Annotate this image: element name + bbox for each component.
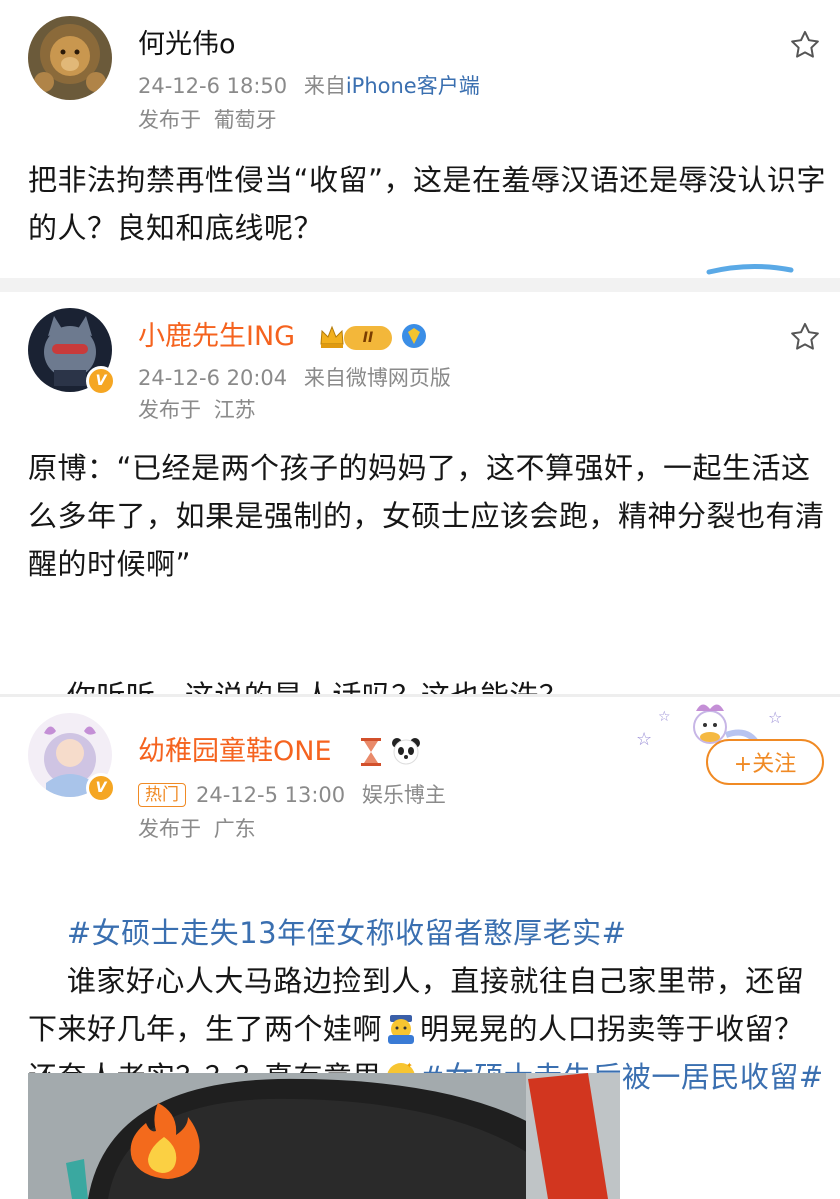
post-meta: 24-12-6 20:04 来自微博网页版 [138,364,451,392]
svg-text:☆: ☆ [768,708,782,727]
member-level-text: II [362,330,374,346]
post-date: 24-12-6 18:50 [138,74,288,98]
verified-shield-icon [402,324,426,348]
post-location: 发布于 江苏 [138,396,256,424]
location-value: 江苏 [213,398,256,422]
favorite-star-icon[interactable] [788,28,822,62]
attached-image[interactable] [28,1073,620,1199]
post-location: 发布于 广东 [138,815,256,843]
verified-badge-icon: V [86,366,116,396]
post-date: 24-12-5 13:00 [196,783,346,807]
source-text: 微博网页版 [345,366,451,390]
location-label: 发布于 [138,398,201,422]
svg-text:☆: ☆ [658,709,671,725]
post-meta: 24-12-6 18:50 来自iPhone客户端 [138,72,480,100]
username[interactable]: 何光伟o [138,28,236,62]
svg-text:☆: ☆ [636,729,652,750]
hot-tag: 热门 [138,783,186,807]
location-value: 葡萄牙 [213,108,277,132]
follow-button[interactable]: +关注 [706,739,824,785]
location-label: 发布于 [138,108,201,132]
lion-avatar-image [28,16,112,100]
username[interactable]: 小鹿先生ING [138,320,295,354]
comment-post-3: V 幼稚园童鞋ONE 热门 24-12-5 13:00 娱乐博主 发布于 广东 ☆… [0,697,840,1199]
post-location: 发布于 葡萄牙 [138,106,277,134]
hourglass-icon [361,738,381,766]
comment-text: 原博：“已经是两个孩子的妈妈了，这不算强奸，一起生活这么多年了，如果是强制的，女… [28,451,825,581]
location-label: 发布于 [138,817,201,841]
location-value: 广东 [213,817,256,841]
avatar[interactable] [28,16,112,100]
svg-text:✦: ✦ [406,1061,413,1070]
comment-post-2: V 小鹿先生ING II 24-12-6 20:04 来自微博网页版 发布于 江… [0,292,840,760]
detective-emoji-icon [388,1015,415,1044]
comment-text: 把非法拘禁再性侵当“收留”，这是在羞辱汉语还是辱没认识字的人？良知和底线呢？ [28,163,827,245]
attached-image-content [28,1073,620,1199]
verified-badge-icon: V [86,773,116,803]
user-role: 娱乐博主 [361,783,446,807]
source-prefix: 来自 [303,366,346,390]
crown-membership-icon [320,325,344,348]
favorite-star-icon[interactable] [788,320,822,354]
username[interactable]: 幼稚园童鞋ONE [138,735,332,769]
panda-icon [392,738,420,765]
source-link[interactable]: iPhone客户端 [346,74,480,98]
comment-post-1: 何光伟o 24-12-6 18:50 来自iPhone客户端 发布于 葡萄牙 把… [0,0,840,278]
source-prefix: 来自 [303,74,346,98]
member-level-badge: II [344,326,392,350]
decoration-swoosh [706,263,794,275]
divider [0,278,840,292]
post-date: 24-12-6 20:04 [138,366,288,390]
post-meta: 热门 24-12-5 13:00 娱乐博主 [138,781,446,809]
hashtag-link[interactable]: #女硕士走失13年侄女称收留者憨厚老实# [67,916,627,950]
